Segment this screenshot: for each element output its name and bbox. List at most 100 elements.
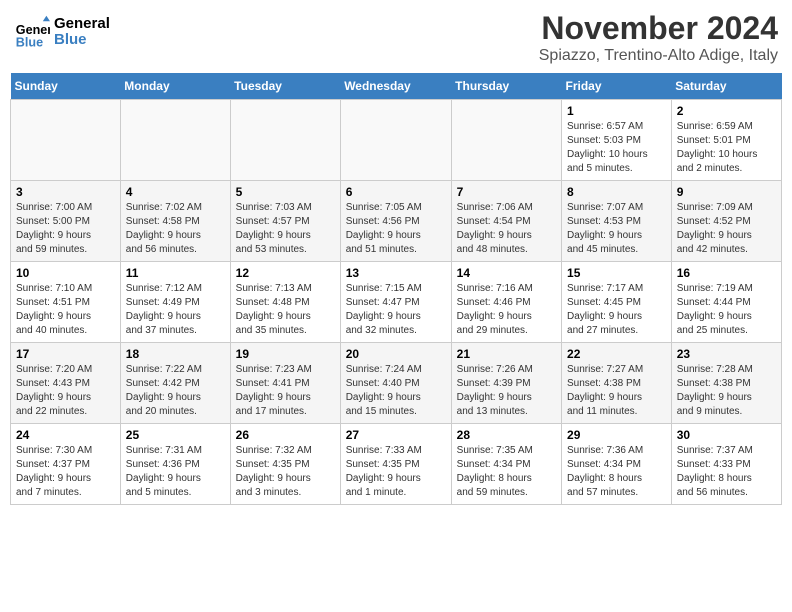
calendar-table: SundayMondayTuesdayWednesdayThursdayFrid… <box>10 73 782 505</box>
weekday-header-row: SundayMondayTuesdayWednesdayThursdayFrid… <box>11 73 782 100</box>
month-title: November 2024 <box>539 10 778 47</box>
week-row-2: 3 Sunrise: 7:00 AM Sunset: 5:00 PM Daylig… <box>11 181 782 262</box>
day-info: Sunrise: 6:59 AM Sunset: 5:01 PM Dayligh… <box>677 120 776 176</box>
calendar-cell: 17 Sunrise: 7:20 AM Sunset: 4:43 PM Dayli… <box>11 343 121 424</box>
calendar-cell <box>340 100 451 181</box>
day-info: Sunrise: 7:27 AM Sunset: 4:38 PM Dayligh… <box>567 363 666 419</box>
calendar-cell: 2 Sunrise: 6:59 AM Sunset: 5:01 PM Daylig… <box>671 100 781 181</box>
calendar-cell: 30Sunrise: 7:37 AM Sunset: 4:33 PM Dayli… <box>671 424 781 505</box>
day-number: 5 <box>236 185 335 199</box>
day-number: 6 <box>346 185 446 199</box>
day-info: Sunrise: 7:24 AM Sunset: 4:40 PM Dayligh… <box>346 363 446 419</box>
weekday-saturday: Saturday <box>671 73 781 100</box>
calendar-cell: 10 Sunrise: 7:10 AM Sunset: 4:51 PM Dayli… <box>11 262 121 343</box>
logo-text-general: General <box>54 16 110 33</box>
title-area: November 2024 Spiazzo, Trentino-Alto Adi… <box>539 10 778 65</box>
calendar-cell: 26 Sunrise: 7:32 AM Sunset: 4:35 PM Dayli… <box>230 424 340 505</box>
day-info: Sunrise: 7:12 AM Sunset: 4:49 PM Dayligh… <box>126 282 225 338</box>
weekday-tuesday: Tuesday <box>230 73 340 100</box>
calendar-cell: 28 Sunrise: 7:35 AM Sunset: 4:34 PM Dayli… <box>451 424 561 505</box>
day-info: Sunrise: 7:10 AM Sunset: 4:51 PM Dayligh… <box>16 282 115 338</box>
day-number: 1 <box>567 104 666 118</box>
day-number: 10 <box>16 266 115 280</box>
day-number: 17 <box>16 347 115 361</box>
day-number: 14 <box>457 266 556 280</box>
calendar-cell: 23 Sunrise: 7:28 AM Sunset: 4:38 PM Dayli… <box>671 343 781 424</box>
calendar-cell: 1 Sunrise: 6:57 AM Sunset: 5:03 PM Daylig… <box>562 100 672 181</box>
day-info: Sunrise: 7:22 AM Sunset: 4:42 PM Dayligh… <box>126 363 225 419</box>
day-info: Sunrise: 7:09 AM Sunset: 4:52 PM Dayligh… <box>677 201 776 257</box>
day-number: 24 <box>16 428 115 442</box>
day-number: 12 <box>236 266 335 280</box>
day-info: Sunrise: 7:36 AM Sunset: 4:34 PM Dayligh… <box>567 444 666 500</box>
day-number: 4 <box>126 185 225 199</box>
day-number: 28 <box>457 428 556 442</box>
weekday-monday: Monday <box>120 73 230 100</box>
logo-text-blue: Blue <box>54 32 110 49</box>
day-number: 21 <box>457 347 556 361</box>
calendar-cell: 22 Sunrise: 7:27 AM Sunset: 4:38 PM Dayli… <box>562 343 672 424</box>
calendar-cell: 13Sunrise: 7:15 AM Sunset: 4:47 PM Dayli… <box>340 262 451 343</box>
day-info: Sunrise: 7:02 AM Sunset: 4:58 PM Dayligh… <box>126 201 225 257</box>
day-info: Sunrise: 7:00 AM Sunset: 5:00 PM Dayligh… <box>16 201 115 257</box>
day-number: 25 <box>126 428 225 442</box>
day-info: Sunrise: 7:05 AM Sunset: 4:56 PM Dayligh… <box>346 201 446 257</box>
logo: General Blue General Blue <box>14 14 110 50</box>
day-number: 3 <box>16 185 115 199</box>
day-info: Sunrise: 7:26 AM Sunset: 4:39 PM Dayligh… <box>457 363 556 419</box>
week-row-1: 1 Sunrise: 6:57 AM Sunset: 5:03 PM Daylig… <box>11 100 782 181</box>
day-info: Sunrise: 7:23 AM Sunset: 4:41 PM Dayligh… <box>236 363 335 419</box>
day-info: Sunrise: 7:20 AM Sunset: 4:43 PM Dayligh… <box>16 363 115 419</box>
calendar-cell: 20 Sunrise: 7:24 AM Sunset: 4:40 PM Dayli… <box>340 343 451 424</box>
calendar-cell: 6 Sunrise: 7:05 AM Sunset: 4:56 PM Daylig… <box>340 181 451 262</box>
calendar-cell: 4 Sunrise: 7:02 AM Sunset: 4:58 PM Daylig… <box>120 181 230 262</box>
calendar-cell: 24Sunrise: 7:30 AM Sunset: 4:37 PM Dayli… <box>11 424 121 505</box>
day-info: Sunrise: 7:07 AM Sunset: 4:53 PM Dayligh… <box>567 201 666 257</box>
calendar-cell: 25 Sunrise: 7:31 AM Sunset: 4:36 PM Dayli… <box>120 424 230 505</box>
day-number: 30 <box>677 428 776 442</box>
day-info: Sunrise: 7:31 AM Sunset: 4:36 PM Dayligh… <box>126 444 225 500</box>
day-info: Sunrise: 7:32 AM Sunset: 4:35 PM Dayligh… <box>236 444 335 500</box>
weekday-sunday: Sunday <box>11 73 121 100</box>
day-info: Sunrise: 7:33 AM Sunset: 4:35 PM Dayligh… <box>346 444 446 500</box>
day-info: Sunrise: 7:35 AM Sunset: 4:34 PM Dayligh… <box>457 444 556 500</box>
calendar-cell: 14 Sunrise: 7:16 AM Sunset: 4:46 PM Dayli… <box>451 262 561 343</box>
day-number: 23 <box>677 347 776 361</box>
week-row-4: 17 Sunrise: 7:20 AM Sunset: 4:43 PM Dayli… <box>11 343 782 424</box>
calendar-cell: 12 Sunrise: 7:13 AM Sunset: 4:48 PM Dayli… <box>230 262 340 343</box>
day-number: 29 <box>567 428 666 442</box>
day-number: 7 <box>457 185 556 199</box>
day-number: 20 <box>346 347 446 361</box>
day-info: Sunrise: 7:17 AM Sunset: 4:45 PM Dayligh… <box>567 282 666 338</box>
calendar-cell: 7Sunrise: 7:06 AM Sunset: 4:54 PM Daylig… <box>451 181 561 262</box>
day-number: 27 <box>346 428 446 442</box>
weekday-wednesday: Wednesday <box>340 73 451 100</box>
calendar-body: 1 Sunrise: 6:57 AM Sunset: 5:03 PM Daylig… <box>11 100 782 505</box>
day-number: 19 <box>236 347 335 361</box>
calendar-cell: 27 Sunrise: 7:33 AM Sunset: 4:35 PM Dayli… <box>340 424 451 505</box>
calendar-cell: 8Sunrise: 7:07 AM Sunset: 4:53 PM Daylig… <box>562 181 672 262</box>
calendar-cell <box>11 100 121 181</box>
header: General Blue General Blue November 2024 … <box>10 10 782 65</box>
day-number: 9 <box>677 185 776 199</box>
week-row-3: 10 Sunrise: 7:10 AM Sunset: 4:51 PM Dayli… <box>11 262 782 343</box>
weekday-friday: Friday <box>562 73 672 100</box>
calendar-cell <box>230 100 340 181</box>
day-info: Sunrise: 7:13 AM Sunset: 4:48 PM Dayligh… <box>236 282 335 338</box>
calendar-cell: 16Sunrise: 7:19 AM Sunset: 4:44 PM Dayli… <box>671 262 781 343</box>
day-number: 15 <box>567 266 666 280</box>
day-info: Sunrise: 7:28 AM Sunset: 4:38 PM Dayligh… <box>677 363 776 419</box>
day-number: 2 <box>677 104 776 118</box>
day-info: Sunrise: 7:16 AM Sunset: 4:46 PM Dayligh… <box>457 282 556 338</box>
day-number: 16 <box>677 266 776 280</box>
day-number: 22 <box>567 347 666 361</box>
day-info: Sunrise: 6:57 AM Sunset: 5:03 PM Dayligh… <box>567 120 666 176</box>
calendar-cell: 3 Sunrise: 7:00 AM Sunset: 5:00 PM Daylig… <box>11 181 121 262</box>
day-info: Sunrise: 7:03 AM Sunset: 4:57 PM Dayligh… <box>236 201 335 257</box>
calendar-cell: 21 Sunrise: 7:26 AM Sunset: 4:39 PM Dayli… <box>451 343 561 424</box>
calendar-cell: 5 Sunrise: 7:03 AM Sunset: 4:57 PM Daylig… <box>230 181 340 262</box>
svg-text:Blue: Blue <box>16 35 43 49</box>
day-number: 26 <box>236 428 335 442</box>
calendar-cell: 18Sunrise: 7:22 AM Sunset: 4:42 PM Dayli… <box>120 343 230 424</box>
calendar-cell: 9 Sunrise: 7:09 AM Sunset: 4:52 PM Daylig… <box>671 181 781 262</box>
